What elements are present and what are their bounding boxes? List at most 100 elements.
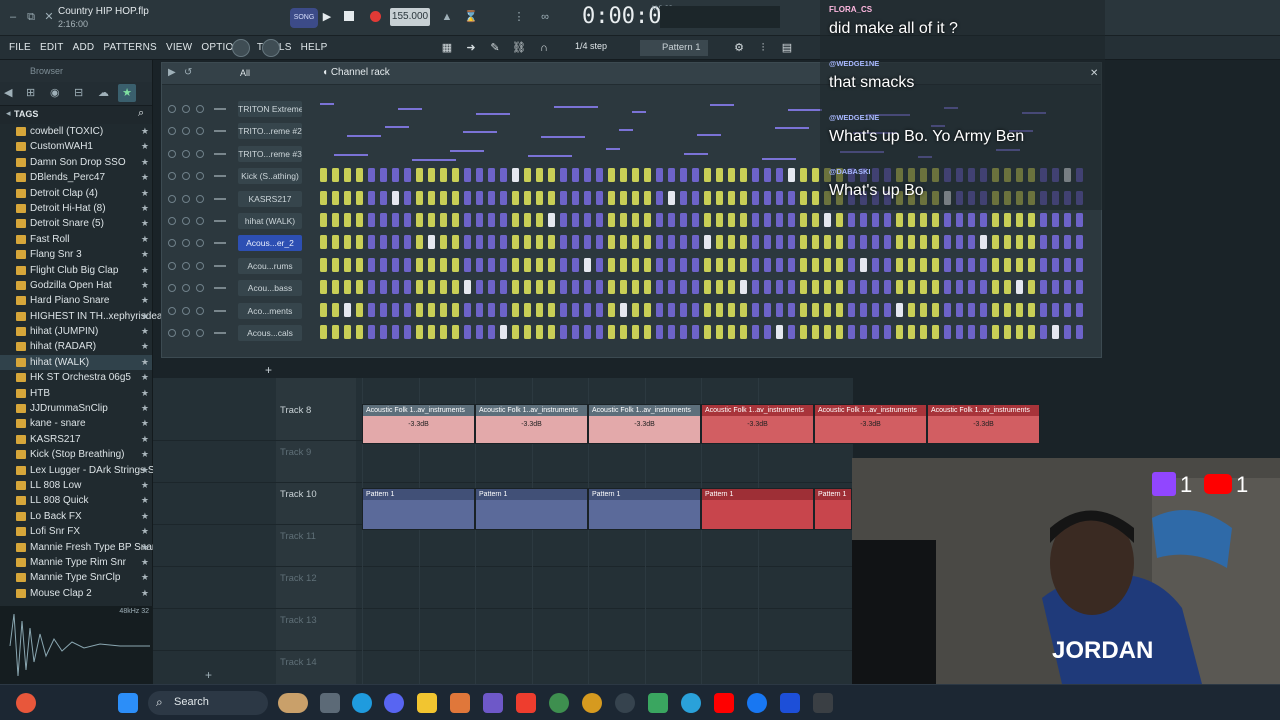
step-button[interactable] (452, 257, 459, 272)
step-button[interactable] (752, 235, 759, 250)
step-button[interactable] (428, 325, 435, 339)
step-button[interactable] (344, 325, 351, 339)
add-track-icon[interactable]: + (205, 668, 212, 682)
step-button[interactable] (572, 302, 579, 317)
step-button[interactable] (512, 257, 519, 272)
star-icon[interactable]: ★ (141, 201, 149, 216)
step-button[interactable] (428, 280, 435, 295)
step-button[interactable] (692, 168, 699, 183)
edge-icon[interactable] (352, 693, 372, 713)
step-button[interactable] (668, 168, 675, 183)
step-button[interactable] (332, 325, 339, 339)
step-button[interactable] (692, 190, 699, 205)
step-button[interactable] (596, 257, 603, 272)
step-button[interactable] (500, 190, 507, 205)
step-button[interactable] (692, 213, 699, 227)
step-button[interactable] (668, 190, 675, 205)
step-button[interactable] (788, 257, 795, 272)
step-button[interactable] (1028, 235, 1035, 250)
youtube-icon[interactable] (714, 693, 734, 713)
step-button[interactable] (452, 235, 459, 250)
step-selector[interactable]: 1/4 step (575, 41, 607, 51)
step-button[interactable] (800, 257, 807, 272)
browser-item[interactable]: LL 808 Low ★ (0, 478, 152, 493)
star-icon[interactable]: ★ (141, 570, 149, 585)
pattern-clip[interactable]: Pattern 1 (588, 488, 701, 530)
step-button[interactable] (764, 213, 771, 227)
step-button[interactable] (1040, 280, 1047, 295)
step-button[interactable] (968, 235, 975, 250)
step-button[interactable] (920, 325, 927, 339)
step-button[interactable] (476, 280, 483, 295)
step-button[interactable] (812, 168, 819, 183)
step-button[interactable] (404, 257, 411, 272)
step-button[interactable] (668, 257, 675, 272)
step-button[interactable] (824, 213, 831, 227)
step-button[interactable] (896, 235, 903, 250)
step-button[interactable] (1028, 213, 1035, 227)
countdown-icon[interactable]: ⋮ (510, 8, 528, 26)
step-button[interactable] (464, 235, 471, 250)
step-button[interactable] (524, 168, 531, 183)
step-button[interactable] (332, 213, 339, 227)
favorites-icon[interactable]: ★ (118, 84, 136, 102)
step-button[interactable] (584, 257, 591, 272)
step-button[interactable] (404, 213, 411, 227)
step-button[interactable] (632, 302, 639, 317)
search-icon[interactable]: ⌕ (138, 107, 144, 120)
step-button[interactable] (956, 235, 963, 250)
step-button[interactable] (716, 213, 723, 227)
mute-icon[interactable] (168, 261, 176, 270)
step-button[interactable] (920, 235, 927, 250)
step-button[interactable] (536, 235, 543, 250)
step-button[interactable] (1040, 235, 1047, 250)
menu-edit[interactable]: EDIT (37, 36, 67, 60)
step-button[interactable] (584, 213, 591, 227)
step-button[interactable] (440, 168, 447, 183)
step-button[interactable] (440, 325, 447, 339)
channel-name-button[interactable]: Aco...ments (238, 302, 302, 319)
step-button[interactable] (764, 190, 771, 205)
step-button[interactable] (632, 257, 639, 272)
step-button[interactable] (356, 235, 363, 250)
search-box[interactable]: ⌕ Search (148, 691, 268, 715)
star-icon[interactable]: ★ (141, 139, 149, 154)
step-button[interactable] (356, 168, 363, 183)
step-button[interactable] (608, 235, 615, 250)
fl-studio-icon[interactable] (450, 693, 470, 713)
step-button[interactable] (380, 280, 387, 295)
step-button[interactable] (728, 280, 735, 295)
step-button[interactable] (524, 190, 531, 205)
step-button[interactable] (692, 257, 699, 272)
step-button[interactable] (320, 213, 327, 227)
step-button[interactable] (1076, 325, 1083, 339)
step-button[interactable] (560, 190, 567, 205)
step-button[interactable] (1016, 257, 1023, 272)
step-button[interactable] (344, 280, 351, 295)
step-button[interactable] (716, 302, 723, 317)
browser-item[interactable]: Kick (Stop Breathing) ★ (0, 447, 152, 462)
step-button[interactable] (428, 302, 435, 317)
step-button[interactable] (884, 280, 891, 295)
step-button[interactable] (824, 235, 831, 250)
step-button[interactable] (620, 235, 627, 250)
audio-clip[interactable]: Acoustic Folk 1..av_instruments -3.3dB (814, 404, 927, 444)
step-button[interactable] (656, 280, 663, 295)
teams-icon[interactable] (483, 693, 503, 713)
step-button[interactable] (404, 190, 411, 205)
mute-icon[interactable] (168, 172, 176, 181)
step-button[interactable] (560, 257, 567, 272)
step-button[interactable] (1028, 257, 1035, 272)
step-button[interactable] (656, 302, 663, 317)
step-button[interactable] (704, 213, 711, 227)
mixer-icon[interactable]: ⚙ (730, 39, 748, 57)
star-icon[interactable]: ★ (141, 170, 149, 185)
step-button[interactable] (1052, 213, 1059, 227)
menu-view[interactable]: VIEW (163, 36, 195, 60)
rack-arrow-icon[interactable]: ▶ (168, 67, 176, 78)
minimize-icon[interactable]: – (4, 8, 22, 26)
step-button[interactable] (692, 325, 699, 339)
step-button[interactable] (488, 168, 495, 183)
step-button[interactable] (1064, 257, 1071, 272)
stop-icon[interactable] (344, 11, 354, 21)
